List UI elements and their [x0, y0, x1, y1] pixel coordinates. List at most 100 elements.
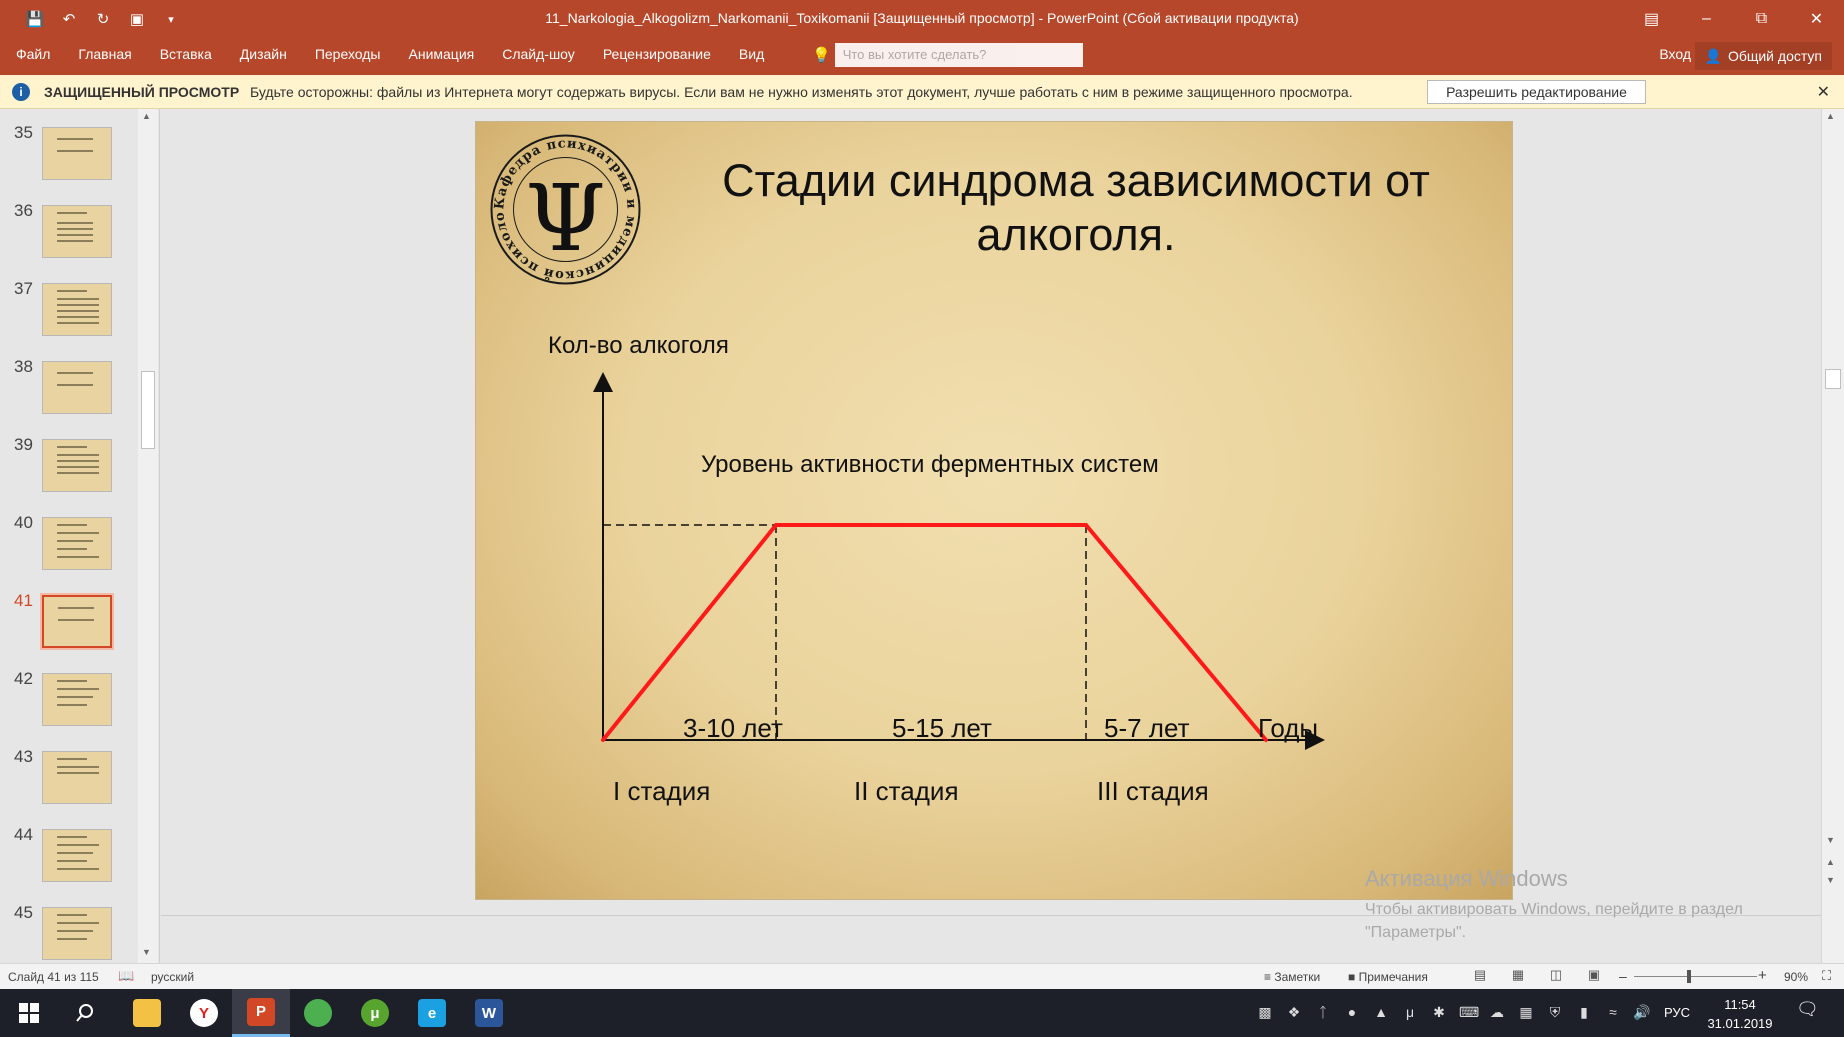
- zoom-out-icon[interactable]: –: [1619, 968, 1627, 984]
- slide-thumbnail[interactable]: 41: [0, 577, 140, 655]
- preview-line: [57, 316, 99, 318]
- preview-line: [57, 322, 99, 324]
- language-indicator[interactable]: русский: [151, 970, 194, 984]
- slide-thumbnail[interactable]: 35: [0, 109, 140, 187]
- yandex-browser-taskbar-button[interactable]: Y: [175, 989, 233, 1037]
- ribbon-tab[interactable]: Главная: [78, 46, 131, 62]
- chrome-taskbar-button[interactable]: [289, 989, 347, 1037]
- protected-view-message: Будьте осторожны: файлы из Интернета мог…: [250, 84, 1353, 100]
- zoom-in-icon[interactable]: +: [1758, 967, 1767, 984]
- slide-sorter-icon[interactable]: ▦: [1508, 967, 1528, 983]
- ribbon-tab[interactable]: Анимация: [409, 46, 475, 62]
- tell-me-input[interactable]: Что вы хотите сделать?: [834, 43, 1083, 67]
- scroll-down-icon[interactable]: ▼: [142, 947, 151, 957]
- minimize-button[interactable]: –: [1679, 0, 1734, 37]
- view-buttons: ▤ ▦ ◫ ▣: [1470, 967, 1604, 983]
- slide-thumbnail[interactable]: 36: [0, 187, 140, 265]
- nvidia-icon[interactable]: ▲: [1372, 1004, 1390, 1021]
- bluetooth-icon[interactable]: ᛏ: [1314, 1004, 1332, 1021]
- start-button[interactable]: [0, 989, 58, 1037]
- window-title: 11_Narkologia_Alkogolizm_Narkomanii_Toxi…: [545, 10, 1299, 26]
- watermark-line-2: "Параметры".: [1365, 924, 1467, 941]
- powerpoint-taskbar-button[interactable]: P: [232, 989, 290, 1037]
- preview-line: [57, 844, 99, 846]
- close-button[interactable]: ✕: [1789, 0, 1844, 37]
- slideshow-icon[interactable]: ▣: [1584, 967, 1604, 983]
- keyboard-icon[interactable]: ⌨: [1459, 1004, 1479, 1021]
- file-explorer-taskbar-button[interactable]: [118, 989, 176, 1037]
- preview-line: [57, 836, 87, 838]
- ribbon-tab[interactable]: Рецензирование: [603, 46, 711, 62]
- slide-scrollbar[interactable]: ▲ ▼ ▲ ▼: [1821, 109, 1844, 963]
- search-button[interactable]: [56, 989, 114, 1037]
- notes-button[interactable]: ≡ Заметки: [1264, 970, 1320, 984]
- zoom-slider-thumb[interactable]: [1687, 970, 1691, 983]
- ribbon-tab[interactable]: Слайд-шоу: [502, 46, 575, 62]
- slide-thumbnail[interactable]: 44: [0, 811, 140, 889]
- clock[interactable]: 11:54 31.01.2019: [1700, 995, 1780, 1033]
- slide-thumbnail[interactable]: 45: [0, 889, 140, 967]
- dropbox-icon[interactable]: ❖: [1285, 1004, 1303, 1021]
- wifi-icon[interactable]: ≈: [1604, 1004, 1622, 1021]
- file-explorer-icon: [133, 999, 161, 1027]
- thumbnails-scrollbar[interactable]: ▲ ▼: [138, 109, 158, 963]
- avast-icon[interactable]: ✱: [1430, 1004, 1448, 1021]
- slide-thumbnail[interactable]: 39: [0, 421, 140, 499]
- stage-label: II стадия: [854, 776, 959, 806]
- restore-button[interactable]: ⧉: [1734, 0, 1789, 37]
- fit-to-window-icon[interactable]: ⛶: [1822, 968, 1831, 984]
- display-icon[interactable]: ▦: [1517, 1004, 1535, 1021]
- spellcheck-icon[interactable]: 📖: [118, 968, 134, 984]
- action-center-icon[interactable]: 🗨: [1796, 999, 1819, 1020]
- chrome-tray-icon[interactable]: ●: [1343, 1004, 1361, 1021]
- slide-thumbnail[interactable]: 42: [0, 655, 140, 733]
- ribbon-tab[interactable]: Переходы: [315, 46, 381, 62]
- slide-preview: [42, 829, 112, 882]
- word-taskbar-button[interactable]: W: [460, 989, 518, 1037]
- previous-slide-icon[interactable]: ▲: [1826, 857, 1835, 867]
- lightbulb-icon: 💡: [812, 47, 831, 64]
- battery-icon[interactable]: ▮: [1575, 1004, 1593, 1021]
- close-icon[interactable]: ✕: [1817, 82, 1830, 102]
- slide-preview: [42, 283, 112, 336]
- next-slide-icon[interactable]: ▼: [1826, 875, 1835, 885]
- network-devices-icon[interactable]: ▩: [1256, 1004, 1274, 1021]
- preview-line: [57, 680, 87, 682]
- ribbon-tab[interactable]: Вид: [739, 46, 764, 62]
- slide-thumbnail[interactable]: 43: [0, 733, 140, 811]
- onedrive-icon[interactable]: ☁: [1488, 1004, 1506, 1021]
- scroll-down-icon[interactable]: ▼: [1826, 835, 1835, 845]
- current-slide[interactable]: Кафедра психиатрии и медицинской психоло…: [475, 121, 1513, 900]
- scroll-up-icon[interactable]: ▲: [142, 111, 151, 121]
- reading-view-icon[interactable]: ◫: [1546, 967, 1566, 983]
- sign-in-link[interactable]: Вход: [1659, 46, 1691, 62]
- utorrent-tray-icon[interactable]: μ: [1401, 1004, 1419, 1021]
- slide-thumbnail[interactable]: 37: [0, 265, 140, 343]
- stage-label: III стадия: [1097, 776, 1209, 806]
- enable-editing-button[interactable]: Разрешить редактирование: [1427, 80, 1646, 104]
- slide-preview: [42, 751, 112, 804]
- scroll-up-icon[interactable]: ▲: [1826, 111, 1835, 121]
- security-shield-icon[interactable]: ⛨: [1546, 1004, 1564, 1021]
- ribbon-tab[interactable]: Дизайн: [240, 46, 287, 62]
- slide-thumbnail[interactable]: 40: [0, 499, 140, 577]
- zoom-slider[interactable]: [1634, 976, 1757, 977]
- ribbon-tab[interactable]: Файл: [16, 46, 50, 62]
- scroll-thumb[interactable]: [1825, 369, 1841, 389]
- share-button[interactable]: 👤 Общий доступ: [1694, 42, 1832, 70]
- scroll-thumb[interactable]: [141, 371, 155, 449]
- input-language[interactable]: РУС: [1664, 1005, 1690, 1020]
- preview-line: [58, 607, 94, 609]
- slide-thumbnail[interactable]: 38: [0, 343, 140, 421]
- clock-time: 11:54: [1724, 997, 1756, 1012]
- utorrent-taskbar-button[interactable]: μ: [346, 989, 404, 1037]
- volume-icon[interactable]: 🔊: [1633, 1004, 1651, 1021]
- ribbon-display-options-icon[interactable]: ▤: [1624, 0, 1679, 37]
- preview-line: [57, 138, 93, 140]
- normal-view-icon[interactable]: ▤: [1470, 967, 1490, 983]
- comments-label: Примечания: [1358, 970, 1428, 984]
- zoom-level[interactable]: 90%: [1784, 970, 1808, 984]
- comments-button[interactable]: ■ Примечания: [1348, 970, 1428, 984]
- internet-explorer-taskbar-button[interactable]: e: [403, 989, 461, 1037]
- ribbon-tab[interactable]: Вставка: [160, 46, 212, 62]
